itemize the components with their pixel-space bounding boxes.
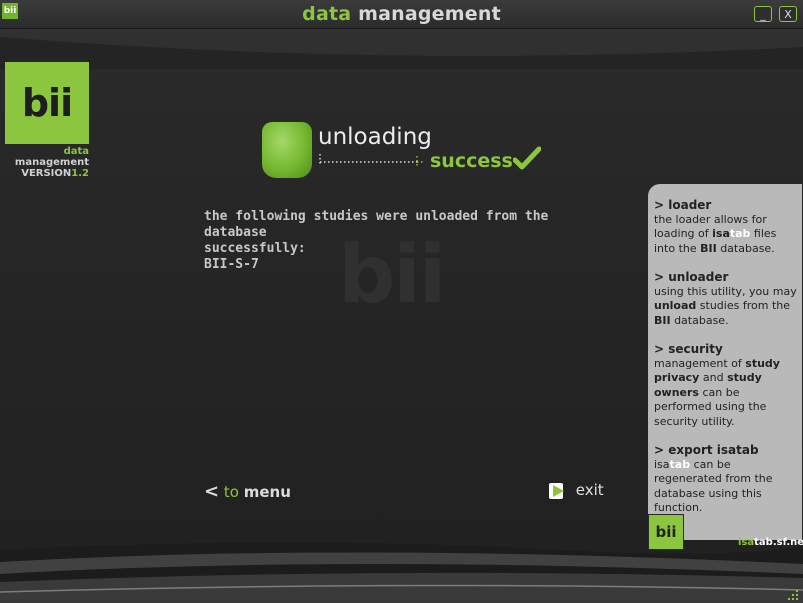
progress-dots-decoration bbox=[319, 154, 423, 168]
help-unloader-text: using this utility, you may bbox=[654, 284, 797, 298]
result-label: success bbox=[430, 150, 513, 172]
version-label: VERSION bbox=[21, 168, 72, 179]
top-swoosh-decoration bbox=[0, 29, 803, 69]
version-number: 1.2 bbox=[71, 168, 89, 179]
help-unloader-text-3: database. bbox=[670, 313, 729, 327]
help-loader-title: > loader bbox=[654, 198, 712, 212]
panel-bii-logo: bii bbox=[648, 514, 684, 550]
checkmark-icon bbox=[513, 146, 541, 170]
bii-text: BII bbox=[654, 313, 671, 327]
bii-text: BII bbox=[700, 241, 717, 255]
window-title-part1: data bbox=[302, 3, 352, 25]
help-unloader-title: > unloader bbox=[654, 270, 729, 284]
logo-subtitle: data management VERSION1.2 bbox=[2, 146, 89, 179]
logo-subtitle-part1: data bbox=[63, 146, 89, 157]
and-text: and bbox=[699, 371, 728, 384]
site-link-part2: tab.sf.net bbox=[754, 537, 803, 548]
title-bar[interactable]: bii data management _ X bbox=[0, 0, 803, 29]
tab-text: tab bbox=[729, 227, 751, 240]
tab-text: tab bbox=[669, 457, 691, 471]
help-unloader-section: > unloader using this utility, you may u… bbox=[654, 270, 797, 328]
to-menu-prefix: to bbox=[223, 483, 239, 501]
close-button[interactable]: X bbox=[779, 6, 797, 22]
exit-button[interactable]: exit bbox=[549, 481, 604, 500]
help-side-panel: > loader the loader allows for loading o… bbox=[648, 184, 802, 540]
site-link-part1: isa bbox=[738, 537, 755, 548]
bii-logo: bii bbox=[5, 62, 89, 144]
help-security-section: > security management of study privacy a… bbox=[654, 342, 797, 429]
help-export-section: > export isatab isatab can be regenerate… bbox=[654, 443, 797, 516]
logo-subtitle-part2: management bbox=[14, 157, 89, 168]
exit-arrow-icon bbox=[549, 482, 564, 499]
help-security-title: > security bbox=[654, 342, 723, 356]
resize-grip-icon[interactable] bbox=[787, 589, 799, 601]
help-loader-text-3: database. bbox=[716, 241, 775, 255]
study-id: BII-S-7 bbox=[204, 257, 259, 272]
exit-label: exit bbox=[575, 481, 604, 499]
isa-text: isa bbox=[654, 457, 670, 471]
isatab-site-link[interactable]: isatab.sf.net bbox=[738, 537, 803, 548]
message-line-2: successfully: bbox=[204, 241, 306, 256]
message-line-1: the following studies were unloaded from… bbox=[204, 209, 557, 240]
help-export-title: > export isatab bbox=[654, 443, 759, 457]
isa-text: isa bbox=[712, 227, 730, 240]
help-loader-section: > loader the loader allows for loading o… bbox=[654, 198, 797, 256]
window-title-part2: management bbox=[358, 3, 501, 25]
minimize-button[interactable]: _ bbox=[754, 6, 772, 22]
green-drum-icon bbox=[262, 122, 312, 178]
help-security-text: management of bbox=[654, 356, 746, 370]
unload-text: unload bbox=[654, 299, 697, 312]
app-window: bii data management _ X bii data managem… bbox=[0, 0, 803, 603]
chevron-left-icon: < bbox=[204, 481, 220, 502]
result-message: the following studies were unloaded from… bbox=[204, 209, 614, 273]
to-menu-label: menu bbox=[243, 483, 291, 501]
back-to-menu-link[interactable]: < to menu bbox=[204, 481, 291, 502]
help-unloader-text-2: studies from the bbox=[696, 299, 790, 312]
window-title: data management bbox=[0, 3, 803, 25]
operation-title: unloading bbox=[318, 124, 432, 150]
